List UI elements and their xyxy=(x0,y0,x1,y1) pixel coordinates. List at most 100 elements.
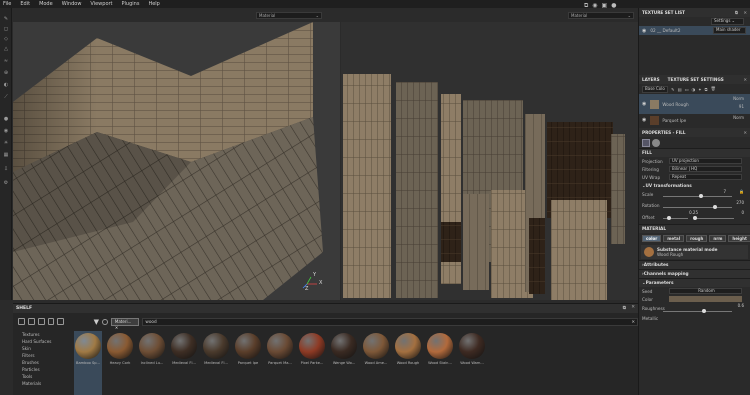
material-tile[interactable]: Inclined Lu... xyxy=(138,331,166,395)
grid-icon[interactable]: ▦ xyxy=(3,152,9,158)
material-tile[interactable]: Wood Ame... xyxy=(362,331,390,395)
category-item[interactable]: Brushes xyxy=(13,359,68,366)
offset-u-slider[interactable] xyxy=(663,216,688,220)
slider-knob[interactable] xyxy=(712,205,717,209)
viewport-3d[interactable]: Z Y X xyxy=(13,22,340,300)
slider-knob[interactable] xyxy=(667,216,672,220)
material-tile[interactable]: Heavy Cork xyxy=(106,331,134,395)
offset-u-value[interactable]: 0.25 xyxy=(689,210,698,215)
seed-random-button[interactable]: Random xyxy=(669,288,742,294)
fill-layer-icon[interactable]: ▤ xyxy=(678,87,682,92)
menu-help[interactable]: Help xyxy=(148,1,159,7)
camera-icon[interactable]: ◉ xyxy=(3,128,9,134)
eye-icon[interactable]: ◉ xyxy=(642,101,646,107)
chip-metal[interactable]: metal xyxy=(663,235,685,242)
material-tile[interactable]: Wood Rough xyxy=(394,331,422,395)
offset-v-value[interactable]: 0 xyxy=(741,210,744,215)
export-icon[interactable] xyxy=(57,318,65,325)
color-picker-icon[interactable]: ◐ xyxy=(3,82,9,88)
eraser-icon[interactable]: ◻ xyxy=(3,26,9,32)
category-item[interactable]: Tools xyxy=(13,373,68,380)
export-icon[interactable]: ⇩ xyxy=(3,166,9,172)
smudge-icon[interactable]: ≈ xyxy=(3,58,9,64)
clear-filter-icon[interactable] xyxy=(102,318,108,325)
rotation-slider[interactable] xyxy=(663,205,732,209)
filter-icon[interactable]: ▼ xyxy=(94,318,99,326)
chip-color[interactable]: color xyxy=(642,235,662,242)
tab-layers[interactable]: LAYERS xyxy=(642,77,660,82)
roughness-value[interactable]: 0.6 xyxy=(738,303,744,308)
settings-icon[interactable]: ⚙ xyxy=(3,180,9,186)
menu-viewport[interactable]: Viewport xyxy=(90,1,112,7)
eyedropper-icon[interactable]: ⟋ xyxy=(3,94,9,100)
close-icon[interactable]: ✕ xyxy=(743,130,747,135)
paint-layer-icon[interactable]: ✎ xyxy=(671,87,675,92)
layer-blend[interactable]: Norm xyxy=(733,96,744,101)
uv-transformations-header[interactable]: ⌄ UV transformations xyxy=(639,181,750,189)
slider-knob[interactable] xyxy=(698,194,703,198)
shelf-search-input[interactable]: wood ✕ xyxy=(142,317,638,326)
light-icon[interactable]: ☀ xyxy=(3,140,9,146)
category-item[interactable]: Skin xyxy=(13,345,68,352)
close-icon[interactable]: ✕ xyxy=(631,305,635,310)
mask-icon[interactable]: ◑ xyxy=(691,87,695,92)
material-tile[interactable]: Bamboo Sp... xyxy=(74,331,102,395)
list-view-icon[interactable] xyxy=(47,318,55,325)
sphere-icon[interactable]: ● xyxy=(3,116,9,122)
material-tile[interactable]: Medieval Fl... xyxy=(202,331,230,395)
render-icon[interactable]: ▣ xyxy=(602,2,608,10)
menu-edit[interactable]: Edit xyxy=(20,1,30,7)
clone-icon[interactable]: ⊕ xyxy=(3,70,9,76)
material-tile[interactable]: Pixel Parke... xyxy=(298,331,326,395)
category-item[interactable]: Filters xyxy=(13,352,68,359)
category-item[interactable]: Textures xyxy=(13,331,68,338)
rotation-value[interactable]: 270 xyxy=(736,200,744,205)
close-icon[interactable]: ✕ xyxy=(743,77,747,82)
eye-icon[interactable]: ◉ xyxy=(642,28,646,34)
fill-tab-icon[interactable] xyxy=(642,138,650,147)
layer-row[interactable]: ◉ Wood Rough Norm 91 xyxy=(639,94,750,114)
layer-row[interactable]: ◉ Parquet Ipe Norm xyxy=(639,114,750,126)
layout-icon[interactable]: ⧉ xyxy=(584,2,588,10)
lock-icon[interactable]: 🔒 xyxy=(739,189,744,194)
slider-knob[interactable] xyxy=(702,309,707,313)
texture-set-item[interactable]: ◉ 02 __ Default2 Main shader xyxy=(639,26,750,35)
filter-chip[interactable]: Materi... ✕ xyxy=(110,317,140,330)
menu-window[interactable]: Window xyxy=(62,1,82,7)
delete-icon[interactable]: 🗑 xyxy=(711,86,716,92)
texture-set-settings-button[interactable]: Settings ⌄ xyxy=(711,18,744,25)
duplicate-icon[interactable]: ⧉ xyxy=(705,87,708,92)
category-item[interactable]: Hard Surfaces xyxy=(13,338,68,345)
left-viewport-mode-select[interactable]: Material ⌄ xyxy=(256,12,322,19)
scale-value[interactable]: 7 xyxy=(723,189,726,194)
material-tab-icon[interactable] xyxy=(652,138,660,147)
category-item[interactable]: Materials xyxy=(13,380,68,387)
parameters-section[interactable]: ⌄ Parameters xyxy=(639,278,750,287)
offset-v-slider[interactable] xyxy=(693,216,734,220)
paint-brush-icon[interactable]: ✎ xyxy=(3,16,9,22)
projection-select[interactable]: UV projection xyxy=(669,158,742,164)
eye-icon[interactable]: ◉ xyxy=(642,117,646,123)
scale-slider[interactable] xyxy=(663,194,732,198)
menu-file[interactable]: File xyxy=(3,1,11,7)
channel-select[interactable]: Base Colo xyxy=(642,85,668,93)
color-swatch[interactable] xyxy=(669,296,742,302)
substance-material-row[interactable]: Substance material mode Wood Rough xyxy=(641,245,748,259)
material-tile[interactable]: Wood Wam... xyxy=(458,331,486,395)
category-item[interactable]: Particles xyxy=(13,366,68,373)
attributes-section[interactable]: › Attributes xyxy=(639,260,750,269)
menu-plugins[interactable]: Plugins xyxy=(122,1,140,7)
layer-blend[interactable]: Norm xyxy=(733,115,744,120)
material-tile[interactable]: Medieval Fl... xyxy=(170,331,198,395)
right-viewport-mode-select[interactable]: Material ⌄ xyxy=(568,12,634,19)
polygon-fill-icon[interactable]: △ xyxy=(3,46,9,52)
folder-icon[interactable] xyxy=(27,318,35,325)
chip-rough[interactable]: rough xyxy=(686,235,708,242)
effect-icon[interactable]: ✦ xyxy=(698,87,702,92)
close-icon[interactable]: ✕ xyxy=(743,10,747,15)
clear-icon[interactable]: ✕ xyxy=(631,319,635,325)
menu-mode[interactable]: Mode xyxy=(39,1,53,7)
record-icon[interactable]: ● xyxy=(611,2,616,10)
layer-opacity[interactable]: 91 xyxy=(739,104,744,109)
chip-nrm[interactable]: nrm xyxy=(709,235,727,242)
